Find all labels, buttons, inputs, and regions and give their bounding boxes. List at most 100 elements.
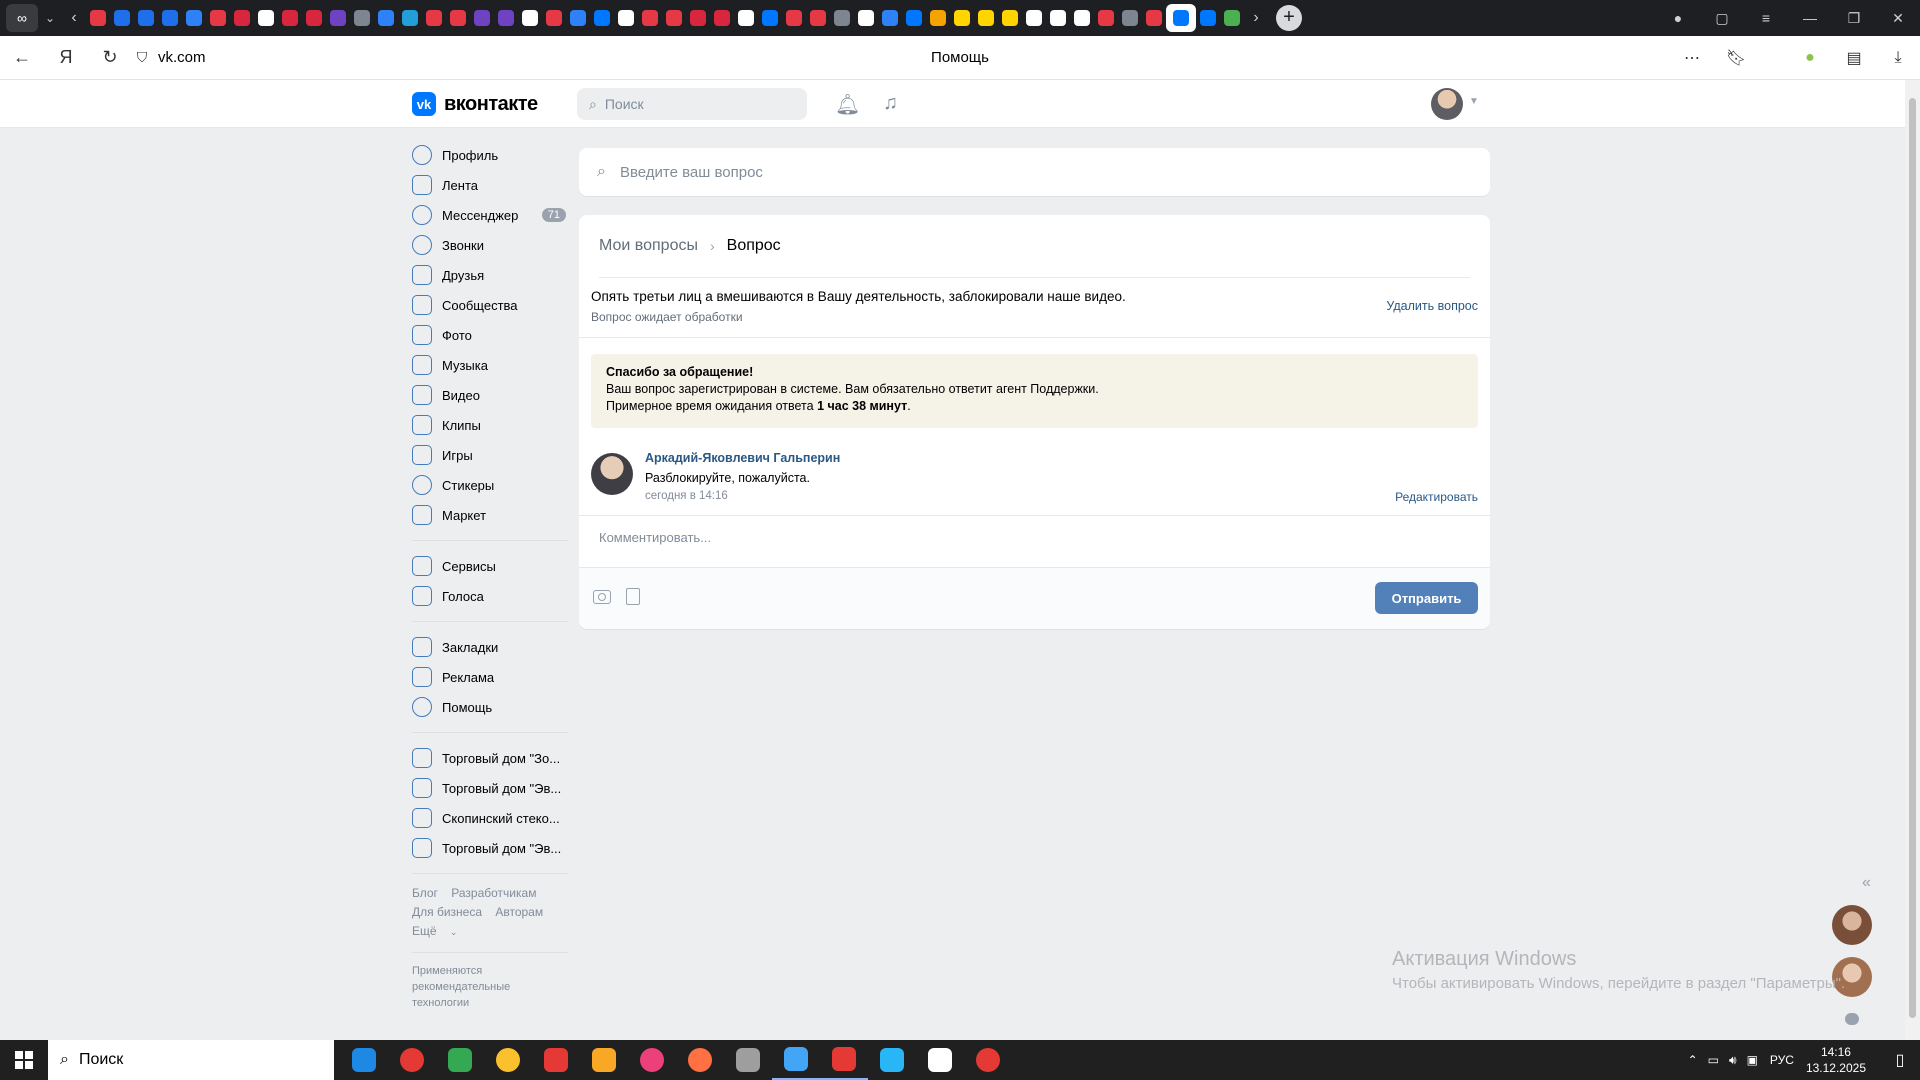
taskbar-app[interactable]	[388, 1040, 436, 1080]
browser-settings-icon[interactable]: ≡	[1744, 10, 1788, 26]
pinned-tab[interactable]	[878, 0, 902, 36]
taskbar-app[interactable]	[484, 1040, 532, 1080]
pinned-tab[interactable]	[1142, 0, 1166, 36]
pinned-tab[interactable]	[662, 0, 686, 36]
taskbar-app[interactable]	[340, 1040, 388, 1080]
nav-item-main-7[interactable]: Музыка	[412, 350, 568, 380]
footer-link-business[interactable]: Для бизнеса	[412, 905, 482, 919]
vk-logo[interactable]: vk вконтакте	[412, 92, 538, 116]
taskbar-search[interactable]: ⌕ Поиск	[48, 1040, 334, 1080]
tabs-dropdown-icon[interactable]: ⌄	[38, 11, 62, 25]
taskbar-app[interactable]	[436, 1040, 484, 1080]
pinned-tab[interactable]	[974, 0, 998, 36]
pinned-tab[interactable]	[542, 0, 566, 36]
recommendation-tech-note[interactable]: Применяются рекомендательные технологии	[412, 963, 530, 1011]
pinned-tab[interactable]	[1070, 0, 1094, 36]
profile-icon[interactable]: ●	[1656, 10, 1700, 26]
nav-item-main-5[interactable]: Сообщества	[412, 290, 568, 320]
send-button[interactable]: Отправить	[1375, 582, 1478, 614]
taskbar-clock[interactable]: 14:16 13.12.2025	[1806, 1044, 1866, 1076]
pinned-tab[interactable]	[374, 0, 398, 36]
taskbar-app[interactable]	[964, 1040, 1012, 1080]
url-text[interactable]: vk.com	[158, 49, 206, 66]
collections-icon[interactable]: ▢	[1700, 10, 1744, 27]
scrollbar-thumb[interactable]	[1909, 98, 1916, 1018]
downloads-icon[interactable]: ⤓	[1876, 49, 1920, 67]
nav-item-main-0[interactable]: Профиль	[412, 140, 568, 170]
nav-item-groups-0[interactable]: Торговый дом "Зо...	[412, 743, 568, 773]
footer-link-developers[interactable]: Разработчикам	[451, 886, 536, 900]
tabs-scroll-left-icon[interactable]: ‹	[62, 9, 86, 27]
nav-item-main-9[interactable]: Клипы	[412, 410, 568, 440]
nav-item-main-4[interactable]: Друзья	[412, 260, 568, 290]
taskbar-app[interactable]	[676, 1040, 724, 1080]
taskbar-app[interactable]	[916, 1040, 964, 1080]
question-search-input[interactable]	[619, 163, 1320, 181]
pinned-tab[interactable]	[710, 0, 734, 36]
collapse-chats-icon[interactable]: «	[1862, 874, 1871, 892]
pinned-tab[interactable]	[638, 0, 662, 36]
pinned-tab[interactable]	[614, 0, 638, 36]
chat-contact-avatar[interactable]	[1832, 905, 1872, 945]
nav-item-main-3[interactable]: Звонки	[412, 230, 568, 260]
nav-item-main-10[interactable]: Игры	[412, 440, 568, 470]
pinned-tab[interactable]	[782, 0, 806, 36]
more-icon[interactable]: ⋯	[1670, 48, 1714, 68]
pinned-tab[interactable]	[950, 0, 974, 36]
taskbar-app[interactable]	[532, 1040, 580, 1080]
chat-bubble-icon[interactable]	[1845, 1013, 1859, 1025]
nav-item-main-1[interactable]: Лента	[412, 170, 568, 200]
nav-item-groups-3[interactable]: Торговый дом "Эв...	[412, 833, 568, 863]
nav-item-extra-1[interactable]: Реклама	[412, 662, 568, 692]
question-search-box[interactable]: ⌕	[579, 148, 1490, 196]
pinned-tab[interactable]	[134, 0, 158, 36]
pinned-tab[interactable]	[686, 0, 710, 36]
battery-icon[interactable]: ▭	[1708, 1053, 1719, 1067]
pinned-tab[interactable]	[398, 0, 422, 36]
breadcrumb-my-questions[interactable]: Мои вопросы	[599, 237, 698, 255]
chevron-down-icon[interactable]: ▼	[1469, 96, 1479, 107]
music-player-icon[interactable]: ♫	[883, 92, 898, 115]
page-scrollbar[interactable]	[1905, 80, 1920, 1040]
pinned-tab[interactable]	[254, 0, 278, 36]
site-info-icon[interactable]: ⛉	[132, 49, 152, 66]
pinned-tab[interactable]	[518, 0, 542, 36]
taskbar-app[interactable]	[724, 1040, 772, 1080]
collections-panel-icon[interactable]: ▤	[1832, 48, 1876, 68]
vk-search-input[interactable]	[604, 96, 785, 112]
pinned-tab[interactable]	[830, 0, 854, 36]
pinned-tab[interactable]	[494, 0, 518, 36]
notifications-icon[interactable]: ▯	[1880, 1050, 1920, 1070]
pinned-tab[interactable]	[806, 0, 830, 36]
pinned-tab[interactable]	[734, 0, 758, 36]
edit-message-link[interactable]: Редактировать	[1395, 490, 1478, 504]
pinned-tab[interactable]	[86, 0, 110, 36]
yandex-home-icon[interactable]: Я	[44, 47, 88, 68]
extension-icon[interactable]: ●	[1788, 49, 1832, 67]
pinned-tab[interactable]	[1094, 0, 1118, 36]
pinned-tab[interactable]	[1022, 0, 1046, 36]
pinned-tab[interactable]	[158, 0, 182, 36]
restore-button[interactable]: ❐	[1832, 10, 1876, 27]
pinned-tab[interactable]	[278, 0, 302, 36]
pinned-tab[interactable]	[470, 0, 494, 36]
pinned-tab[interactable]	[926, 0, 950, 36]
pinned-tab[interactable]	[446, 0, 470, 36]
pinned-tab[interactable]	[422, 0, 446, 36]
pinned-tab[interactable]	[758, 0, 782, 36]
vk-search-box[interactable]: ⌕	[577, 88, 807, 120]
pinned-tab[interactable]	[1220, 0, 1244, 36]
start-button[interactable]	[0, 1040, 48, 1080]
pinned-tab[interactable]	[110, 0, 134, 36]
new-tab-button[interactable]: +	[1276, 5, 1302, 31]
pinned-tab[interactable]	[1166, 4, 1196, 32]
reload-icon[interactable]: ↻	[88, 47, 132, 68]
close-button[interactable]: ✕	[1876, 10, 1920, 27]
tray-overflow-icon[interactable]: ⌃	[1688, 1053, 1698, 1067]
footer-link-authors[interactable]: Авторам	[495, 905, 543, 919]
nav-item-main-11[interactable]: Стикеры	[412, 470, 568, 500]
taskbar-app[interactable]	[772, 1040, 820, 1080]
document-icon[interactable]	[626, 588, 640, 605]
nav-item-groups-1[interactable]: Торговый дом "Эв...	[412, 773, 568, 803]
footer-link-blog[interactable]: Блог	[412, 886, 438, 900]
